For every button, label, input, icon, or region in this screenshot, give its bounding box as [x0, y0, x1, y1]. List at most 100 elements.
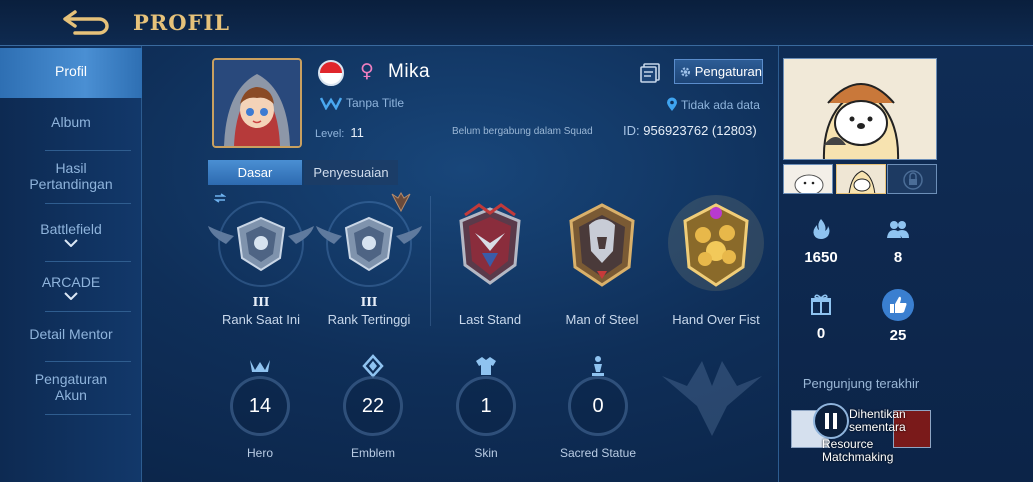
paused-text-line2: sementara: [849, 420, 906, 434]
sidebar-item-label: Detail Mentor: [29, 326, 113, 342]
rank-tier: III: [252, 295, 270, 309]
stat-value: 1: [456, 376, 516, 436]
badge-rank-highest[interactable]: III Rank Tertinggi: [310, 191, 428, 336]
gear-icon: [680, 66, 690, 77]
player-title[interactable]: Tanpa Title: [320, 96, 404, 110]
badge-rank-current[interactable]: III Rank Saat Ini: [202, 191, 320, 336]
friends-icon: [887, 221, 909, 238]
stat-value: 0: [568, 376, 628, 436]
back-arrow-icon: [63, 10, 109, 35]
sidebar-item-battlefield[interactable]: Battlefield: [0, 221, 142, 247]
profile-main-panel: ♀ Mika Tanpa Title Level: 11 Belum bergab…: [142, 46, 778, 482]
stat-friends[interactable]: 8: [868, 218, 928, 266]
sidebar: Profil Album Hasil Pertandingan Battlefi…: [0, 46, 142, 482]
photo-thumbnail-1[interactable]: [783, 164, 833, 194]
sacred-statue-icon: [592, 356, 604, 376]
lock-icon: [903, 170, 923, 190]
badge-man-of-steel[interactable]: Man of Steel: [543, 191, 661, 336]
last-stand-medal-icon: [459, 203, 521, 285]
back-button[interactable]: [58, 6, 114, 38]
photo-thumbnail-locked[interactable]: [887, 164, 937, 194]
photo-thumbnail-2[interactable]: [836, 164, 886, 194]
title-text: Tanpa Title: [346, 96, 405, 110]
hand-over-fist-medal-icon: [668, 195, 764, 291]
sidebar-item-hasil-pertandingan[interactable]: Hasil Pertandingan: [0, 160, 142, 192]
hero-icon: [250, 360, 270, 372]
gift-icon: [811, 294, 831, 315]
id-value: 956923762 (12803): [643, 123, 757, 138]
sidebar-item-label: Album: [51, 114, 91, 130]
badge-label: Hand Over Fist: [672, 312, 760, 327]
man-of-steel-medal-icon: [569, 203, 635, 287]
stat-sacred-statue[interactable]: 0 Sacred Statue: [558, 354, 638, 466]
avatar[interactable]: [212, 58, 302, 148]
stat-label: Skin: [474, 446, 498, 460]
profile-screen: PROFIL Profil Album Hasil Pertandingan B…: [0, 0, 1033, 482]
username: Mika: [388, 61, 431, 82]
level-display: Level: 11: [315, 125, 364, 140]
stat-value: 22: [343, 376, 403, 436]
rank-shield-icon: [208, 201, 314, 287]
sidebar-item-detail-mentor[interactable]: Detail Mentor: [0, 326, 142, 342]
matchmaking-paused-notice[interactable]: Dihentikan sementara Resource Matchmakin…: [809, 402, 935, 464]
stat-likes[interactable]: 25: [868, 288, 928, 344]
location-pin-icon: [667, 97, 677, 111]
sidebar-item-arcade[interactable]: ARCADE: [0, 274, 142, 300]
stat-gifts[interactable]: 0: [791, 292, 851, 342]
rank-shield-icon: [316, 201, 422, 287]
profile-tabs: Dasar Penyesuaian: [208, 160, 398, 185]
player-id: ID: 956923762 (12803): [623, 123, 757, 138]
avatar-portrait-icon: [214, 60, 300, 146]
sidebar-divider: [45, 203, 131, 204]
chevron-down-icon: [64, 292, 78, 300]
rank-tier: III: [360, 295, 378, 309]
sidebar-divider: [45, 361, 131, 362]
sidebar-item-album[interactable]: Album: [0, 114, 142, 130]
location-text: Tidak ada data: [681, 97, 760, 112]
id-label: ID:: [623, 123, 640, 138]
top-bar: PROFIL: [0, 0, 1033, 46]
tab-penyesuaian[interactable]: Penyesuaian: [304, 160, 398, 185]
stat-value: 8: [893, 249, 903, 266]
sidebar-divider: [45, 414, 131, 415]
badge-hand-over-fist[interactable]: Hand Over Fist: [657, 191, 775, 336]
thumbs-up-icon: [882, 289, 914, 321]
tab-dasar[interactable]: Dasar: [208, 160, 302, 185]
sidebar-divider: [45, 150, 131, 151]
gender-female-icon: ♀: [360, 60, 374, 82]
badge-label: Rank Saat Ini: [221, 312, 301, 327]
sidebar-divider: [45, 311, 131, 312]
card-icon[interactable]: [639, 62, 661, 84]
stat-popularity[interactable]: 1650: [791, 218, 851, 266]
stat-skin[interactable]: 1 Skin: [446, 354, 526, 466]
badge-label: Last Stand: [458, 312, 522, 327]
pause-icon: [813, 403, 849, 439]
settings-button[interactable]: Pengaturan: [674, 59, 763, 84]
resource-text-line2: Matchmaking: [822, 450, 894, 464]
recent-visitors-title: Pengunjung terakhir: [802, 376, 920, 391]
right-panel: 1650 8 0 25 Pengunjung terakhir Dihentik…: [778, 46, 1033, 482]
sidebar-item-profil[interactable]: Profil: [0, 48, 142, 98]
character-photo-icon: [784, 59, 936, 159]
title-badge-icon: [320, 97, 342, 110]
badge-last-stand[interactable]: Last Stand: [431, 191, 549, 336]
stat-value: 14: [230, 376, 290, 436]
stat-value: 25: [889, 327, 907, 344]
sidebar-item-label: Hasil Pertandingan: [29, 160, 113, 192]
stat-hero[interactable]: 14 Hero: [220, 354, 300, 466]
skin-icon: [476, 357, 496, 375]
page-title: PROFIL: [133, 10, 231, 35]
squad-status: Belum bergabung dalam Squad: [452, 126, 593, 137]
stat-emblem[interactable]: 22 Emblem: [333, 354, 413, 466]
badge-row: III Rank Saat Ini III Rank Tertinggi Las…: [202, 191, 778, 341]
level-value: 11: [350, 125, 364, 140]
country-flag-icon: [318, 60, 344, 86]
sidebar-item-label: Profil: [55, 63, 87, 79]
location: Tidak ada data: [666, 97, 760, 112]
chevron-down-icon: [64, 239, 78, 247]
emblem-icon: [362, 354, 384, 378]
sidebar-item-pengaturan-akun[interactable]: Pengaturan Akun: [0, 371, 142, 403]
stat-value: 0: [816, 325, 826, 342]
profile-photo[interactable]: [783, 58, 937, 160]
badge-label: Man of Steel: [565, 312, 639, 327]
